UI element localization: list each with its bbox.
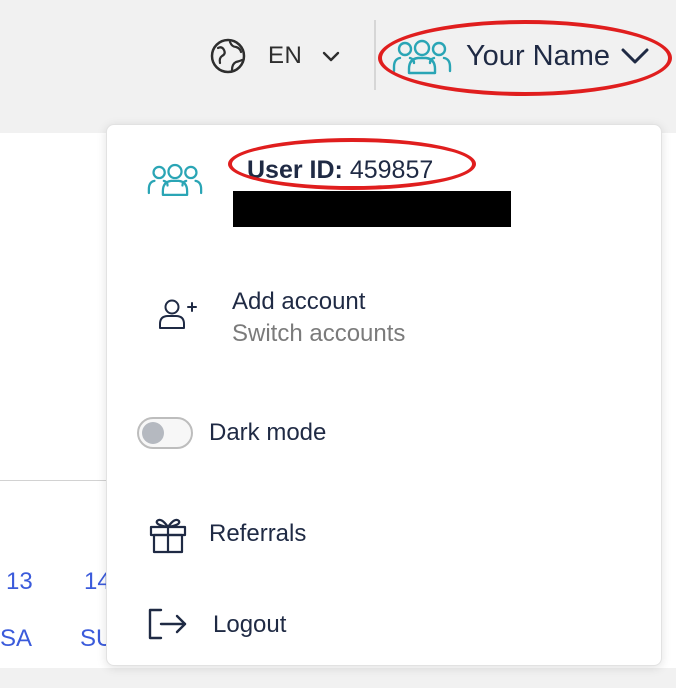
- user-id-label: User ID:: [247, 156, 343, 184]
- calendar-date[interactable]: 13: [6, 568, 33, 596]
- referrals-label: Referrals: [209, 520, 307, 547]
- user-id-value: 459857: [349, 156, 434, 184]
- users-icon: [147, 161, 203, 201]
- globe-icon: [208, 36, 248, 76]
- add-account-title: Add account: [232, 288, 366, 315]
- chevron-down-icon: [320, 45, 342, 67]
- user-dropdown-menu: User ID: 459857 Add account Switch accou…: [106, 124, 662, 666]
- chevron-down-icon: [618, 39, 652, 73]
- user-id: User ID: 459857: [247, 155, 511, 185]
- user-name: Your Name: [466, 39, 611, 72]
- add-user-icon: [157, 297, 197, 333]
- logout-icon: [147, 607, 189, 643]
- add-account-text: Add account Switch accounts: [232, 287, 405, 351]
- redacted-email: [233, 191, 511, 227]
- header-divider: [374, 20, 376, 90]
- language-code: EN: [268, 42, 303, 69]
- dark-mode-toggle[interactable]: [137, 417, 193, 449]
- add-account-item[interactable]: Add account Switch accounts: [157, 287, 405, 351]
- bottom-strip: [0, 668, 676, 688]
- logout-item[interactable]: Logout: [147, 607, 286, 643]
- toggle-knob: [142, 422, 164, 444]
- user-info: User ID: 459857: [147, 155, 511, 227]
- user-menu-button[interactable]: Your Name: [392, 34, 652, 78]
- language-selector[interactable]: EN: [208, 36, 342, 76]
- page: EN Your Name 13 14 SA SU User ID: 459857…: [0, 0, 676, 688]
- logout-label: Logout: [213, 611, 287, 638]
- dark-mode-label: Dark mode: [209, 419, 327, 446]
- users-icon: [392, 36, 452, 76]
- dark-mode-item: Dark mode: [137, 417, 326, 449]
- user-info-text: User ID: 459857: [233, 155, 511, 227]
- referrals-item[interactable]: Referrals: [147, 513, 306, 555]
- add-account-subtitle: Switch accounts: [232, 320, 406, 347]
- calendar-weekday: SA: [0, 625, 33, 652]
- gift-icon: [147, 513, 189, 555]
- content-divider: [0, 480, 110, 481]
